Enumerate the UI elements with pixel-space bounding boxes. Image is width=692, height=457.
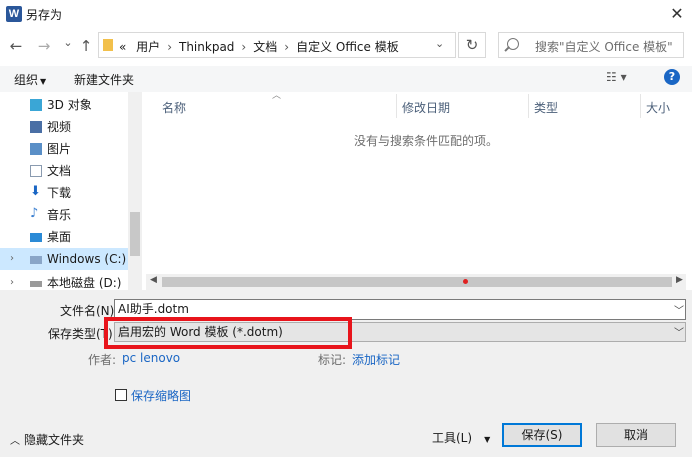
- column-divider[interactable]: [396, 94, 397, 118]
- forward-arrow-icon[interactable]: →: [34, 36, 54, 56]
- add-tags-link[interactable]: 添加标记: [352, 351, 400, 368]
- recent-locations-chevron-icon[interactable]: ⌄: [58, 33, 78, 53]
- filename-dropdown-chevron-icon[interactable]: ﹀: [674, 302, 684, 317]
- tools-menu-button[interactable]: 工具(L) ▼: [432, 429, 490, 446]
- empty-list-message: 没有与搜索条件匹配的项。: [354, 134, 499, 148]
- breadcrumb-overflow[interactable]: «: [119, 40, 126, 54]
- title-bar: [0, 0, 692, 30]
- column-header-type[interactable]: 类型: [534, 99, 558, 116]
- help-icon[interactable]: ?: [664, 69, 680, 85]
- breadcrumb-item-users[interactable]: 用户: [136, 40, 160, 54]
- column-header-name[interactable]: 名称: [162, 99, 186, 116]
- breadcrumb-item-documents[interactable]: 文档: [253, 40, 277, 54]
- desktop-icon: [30, 233, 42, 242]
- column-divider[interactable]: [528, 94, 529, 118]
- author-label: 作者:: [88, 353, 117, 367]
- nav-item-windows-c[interactable]: › Windows (C:): [0, 248, 128, 270]
- scroll-right-icon[interactable]: ▶: [676, 275, 683, 285]
- nav-item-pictures[interactable]: 图片: [0, 138, 128, 160]
- search-icon: [507, 38, 519, 50]
- nav-item-local-disk-d[interactable]: › 本地磁盘 (D:): [0, 272, 128, 290]
- breadcrumb-separator[interactable]: ›: [284, 40, 289, 54]
- folder-icon: [103, 39, 113, 51]
- drive-icon: [30, 256, 42, 264]
- scroll-left-icon[interactable]: ◀: [150, 275, 157, 285]
- hide-folders-toggle[interactable]: ︿ 隐藏文件夹: [10, 431, 84, 448]
- save-button[interactable]: 保存(S): [502, 423, 582, 447]
- up-folder-icon[interactable]: ↑: [76, 36, 96, 56]
- film-icon: [30, 121, 42, 133]
- breadcrumb-item-thinkpad[interactable]: Thinkpad: [179, 40, 234, 54]
- nav-item-documents[interactable]: 文档: [0, 160, 128, 182]
- word-app-icon: W: [6, 6, 22, 22]
- caret-down-icon: ▼: [484, 435, 491, 444]
- navigation-pane: 3D 对象 视频 图片 文档 ⬇ 下载 ♪ 音乐 桌面 › Windows (C:) …: [0, 92, 142, 290]
- breadcrumb-separator[interactable]: ›: [167, 40, 172, 54]
- save-thumbnail-label[interactable]: 保存缩略图: [131, 387, 191, 404]
- expand-chevron-icon[interactable]: ›: [10, 272, 14, 290]
- file-list: [142, 92, 692, 290]
- red-annotation-box: [104, 317, 352, 349]
- column-divider[interactable]: [640, 94, 641, 118]
- command-bar: 组织 ▼ 新建文件夹 ☷ ▾ ?: [0, 66, 692, 92]
- filetype-dropdown-chevron-icon[interactable]: ﹀: [674, 324, 684, 339]
- red-dot-marker: [463, 279, 468, 284]
- nav-item-desktop[interactable]: 桌面: [0, 226, 128, 248]
- organize-label: 组织: [14, 73, 39, 87]
- hide-folders-label: 隐藏文件夹: [24, 433, 85, 447]
- breadcrumb-separator[interactable]: ›: [241, 40, 246, 54]
- nav-item-videos[interactable]: 视频: [0, 116, 128, 138]
- tags-label: 标记:: [318, 353, 347, 367]
- breadcrumb: « 用户 › Thinkpad › 文档 › 自定义 Office 模板: [119, 38, 399, 55]
- navigation-scrollbar[interactable]: [128, 92, 142, 290]
- column-header-modified[interactable]: 修改日期: [402, 99, 450, 116]
- nav-item-downloads[interactable]: ⬇ 下载: [0, 182, 128, 204]
- address-dropdown-chevron-icon[interactable]: ⌄: [435, 37, 444, 50]
- chevron-up-icon: ︿: [10, 436, 20, 447]
- back-arrow-icon[interactable]: ←: [6, 36, 26, 56]
- author-value[interactable]: pc lenovo: [122, 351, 180, 365]
- navigation-scrollbar-thumb[interactable]: [130, 212, 140, 256]
- picture-icon: [30, 143, 42, 155]
- view-options-icon[interactable]: ☷ ▾: [606, 70, 627, 84]
- close-icon[interactable]: ✕: [664, 2, 690, 26]
- cube-icon: [30, 99, 42, 111]
- organize-button[interactable]: 组织 ▼: [14, 71, 46, 88]
- horizontal-scrollbar-thumb[interactable]: [162, 277, 672, 287]
- tools-label: 工具(L): [432, 431, 473, 445]
- nav-item-3d-objects[interactable]: 3D 对象: [0, 94, 128, 116]
- music-note-icon: ♪: [30, 206, 39, 221]
- download-arrow-icon: ⬇: [30, 184, 41, 199]
- save-thumbnail-checkbox[interactable]: [115, 389, 127, 401]
- address-bar[interactable]: « 用户 › Thinkpad › 文档 › 自定义 Office 模板 ⌄: [98, 32, 456, 58]
- column-header-size[interactable]: 大小: [646, 99, 670, 116]
- dialog-title: 另存为: [26, 8, 63, 22]
- drive-icon: [30, 281, 42, 287]
- sort-arrow-icon: ︿: [272, 91, 282, 101]
- cancel-button[interactable]: 取消: [596, 423, 676, 447]
- refresh-button[interactable]: ↻: [458, 32, 486, 58]
- search-placeholder: 搜索"自定义 Office 模板": [535, 40, 673, 54]
- expand-chevron-icon[interactable]: ›: [10, 248, 14, 270]
- document-icon: [30, 165, 42, 177]
- nav-item-music[interactable]: ♪ 音乐: [0, 204, 128, 226]
- caret-down-icon: ▼: [40, 77, 47, 86]
- search-input[interactable]: 搜索"自定义 Office 模板": [498, 32, 684, 58]
- breadcrumb-item-office-templates[interactable]: 自定义 Office 模板: [296, 40, 399, 54]
- new-folder-button[interactable]: 新建文件夹: [74, 71, 134, 88]
